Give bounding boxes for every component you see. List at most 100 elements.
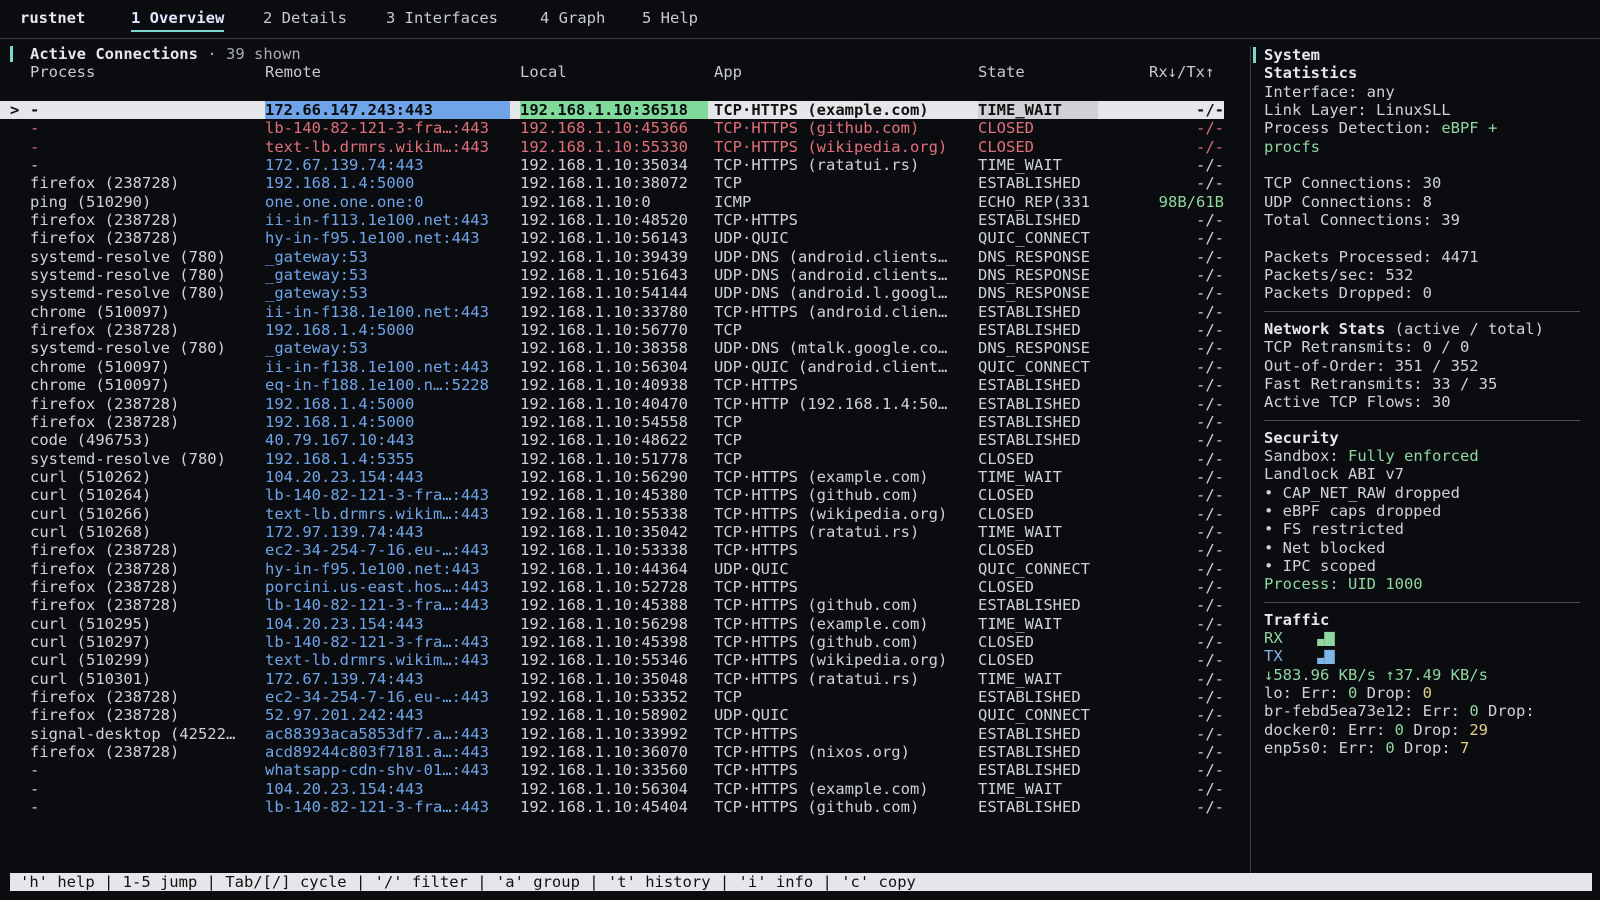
- table-row[interactable]: systemd-resolve (780) _gateway:53 192.168.…: [0, 284, 1224, 302]
- column-header-remote[interactable]: Remote: [265, 63, 321, 81]
- iface-drop: 29: [1469, 720, 1488, 739]
- cell-app: TCP·HTTPS: [714, 211, 798, 230]
- table-row[interactable]: - 172.67.139.74:443 192.168.1.10:35034 TCP·…: [0, 156, 1224, 174]
- table-row[interactable]: > - 172.66.147.243:443 192.168.1.10:36518 TC…: [0, 101, 1224, 120]
- table-row[interactable]: firefox (238728) acd89244c803f7181.a…:443…: [0, 743, 1224, 761]
- cell-process: firefox (238728): [30, 541, 180, 560]
- interface-stat-line: lo: Err: 0 Drop: 0: [1264, 684, 1584, 702]
- table-row[interactable]: chrome (510097) ii-in-f138.1e100.net:443 1…: [0, 358, 1224, 376]
- table-row[interactable]: firefox (238728) hy-in-f95.1e100.net:443 1…: [0, 560, 1224, 578]
- table-row[interactable]: chrome (510097) ii-in-f138.1e100.net:443 1…: [0, 303, 1224, 321]
- process-detection-line: Process Detection: eBPF +: [1264, 119, 1498, 138]
- rx-label: RX: [1264, 628, 1283, 647]
- table-row[interactable]: firefox (238728) porcini.us-east.hos…:443…: [0, 578, 1224, 596]
- table-row[interactable]: ping (510290) one.one.one.one:0 192.168.1.…: [0, 193, 1224, 211]
- column-header-local[interactable]: Local: [520, 63, 567, 81]
- cell-state: TIME_WAIT: [978, 779, 1062, 798]
- cell-remote: lb-140-82-121-3-fra…:443: [265, 119, 489, 138]
- cell-remote: 104.20.23.154:443: [265, 467, 424, 486]
- cell-local: 192.168.1.10:53338: [520, 541, 688, 560]
- table-row[interactable]: curl (510299) text-lb.drmrs.wikim…:443 192…: [0, 651, 1224, 669]
- cell-state: TIME_WAIT: [978, 669, 1062, 688]
- table-row[interactable]: curl (510266) text-lb.drmrs.wikim…:443 192…: [0, 505, 1224, 523]
- interface-line: Interface: any: [1264, 82, 1395, 101]
- cell-state: QUIC_CONNECT: [978, 559, 1090, 578]
- table-row[interactable]: - lb-140-82-121-3-fra…:443 192.168.1.10:45…: [0, 798, 1224, 816]
- table-row[interactable]: curl (510262) 104.20.23.154:443 192.168.1.…: [0, 468, 1224, 486]
- table-row[interactable]: systemd-resolve (780) _gateway:53 192.168.…: [0, 266, 1224, 284]
- cell-remote: 52.97.201.242:443: [265, 706, 424, 725]
- tx-line: TX: [1264, 647, 1584, 665]
- cell-app: TCP·HTTPS: [714, 577, 798, 596]
- table-row[interactable]: curl (510264) lb-140-82-121-3-fra…:443 192…: [0, 486, 1224, 504]
- tab-interfaces[interactable]: 3 Interfaces: [386, 9, 498, 27]
- cell-app: TCP·HTTPS (github.com): [714, 596, 920, 615]
- table-row[interactable]: - 104.20.23.154:443 192.168.1.10:56304 TCP·…: [0, 780, 1224, 798]
- table-row[interactable]: firefox (238728) lb-140-82-121-3-fra…:443…: [0, 596, 1224, 614]
- cell-state: ESTABLISHED: [978, 412, 1081, 431]
- cell-rxtx: -/-: [1196, 743, 1224, 762]
- table-row[interactable]: firefox (238728) ii-in-f113.1e100.net:443…: [0, 211, 1224, 229]
- cell-local: 192.168.1.10:44364: [520, 559, 688, 578]
- tab-help[interactable]: 5 Help: [642, 9, 698, 27]
- cell-local: 192.168.1.10:45388: [520, 596, 688, 615]
- table-row[interactable]: firefox (238728) ec2-34-254-7-16.eu-…:443…: [0, 541, 1224, 559]
- column-header-process[interactable]: Process: [30, 63, 95, 81]
- table-row[interactable]: curl (510295) 104.20.23.154:443 192.168.1.…: [0, 615, 1224, 633]
- table-row[interactable]: firefox (238728) 192.168.1.4:5000 192.168.…: [0, 413, 1224, 431]
- cell-state: ESTABLISHED: [978, 321, 1081, 340]
- table-row[interactable]: systemd-resolve (780) _gateway:53 192.168.…: [0, 248, 1224, 266]
- separator: [1264, 419, 1580, 421]
- cell-app: TCP·HTTPS (wikipedia.org): [714, 651, 948, 670]
- system-title-line: System: [1253, 46, 1584, 64]
- cell-app: TCP·HTTPS: [714, 376, 798, 395]
- tab-overview[interactable]: 1 Overview: [131, 9, 225, 32]
- cell-rxtx: -/-: [1196, 321, 1224, 340]
- cell-state: CLOSED: [978, 577, 1034, 596]
- table-row[interactable]: firefox (238728) 52.97.201.242:443 192.168…: [0, 706, 1224, 724]
- tab-details[interactable]: 2 Details: [263, 9, 347, 27]
- table-row[interactable]: code (496753) 40.79.167.10:443 192.168.1.1…: [0, 431, 1224, 449]
- table-row[interactable]: signal-desktop (42522… ac88393aca5853df7.…: [0, 725, 1224, 743]
- table-row[interactable]: systemd-resolve (780) 192.168.1.4:5355 192…: [0, 450, 1224, 468]
- cell-remote: ii-in-f138.1e100.net:443: [265, 357, 489, 376]
- column-header-rxtx[interactable]: Rx↓/Tx↑: [1149, 63, 1214, 81]
- panel-accent-bar: [10, 46, 13, 62]
- table-row[interactable]: curl (510297) lb-140-82-121-3-fra…:443 192…: [0, 633, 1224, 651]
- table-row[interactable]: - text-lb.drmrs.wikim…:443 192.168.1.10:55…: [0, 138, 1224, 156]
- cell-remote: 172.67.139.74:443: [265, 669, 424, 688]
- table-row[interactable]: chrome (510097) eq-in-f188.1e100.n…:5228 1…: [0, 376, 1224, 394]
- column-header-app[interactable]: App: [714, 63, 742, 81]
- table-row[interactable]: firefox (238728) 192.168.1.4:5000 192.168.…: [0, 174, 1224, 192]
- cell-state: DNS_RESPONSE: [978, 266, 1090, 285]
- landlock-line: Landlock ABI v7: [1264, 465, 1404, 484]
- tab-graph[interactable]: 4 Graph: [540, 9, 605, 27]
- cell-remote: text-lb.drmrs.wikim…:443: [265, 504, 489, 523]
- table-row[interactable]: firefox (238728) 192.168.1.4:5000 192.168.…: [0, 321, 1224, 339]
- cell-process: ping (510290): [30, 192, 152, 211]
- table-row[interactable]: - whatsapp-cdn-shv-01…:443 192.168.1.10:33…: [0, 761, 1224, 779]
- cell-state: QUIC_CONNECT: [978, 229, 1090, 248]
- iface-mid: Drop:: [1394, 739, 1460, 758]
- table-row[interactable]: firefox (238728) 192.168.1.4:5000 192.168.…: [0, 395, 1224, 413]
- cell-local: 192.168.1.10:33560: [520, 761, 688, 780]
- table-row[interactable]: firefox (238728) hy-in-f95.1e100.net:443 1…: [0, 229, 1224, 247]
- cell-state: ESTABLISHED: [978, 596, 1081, 615]
- cell-local: 192.168.1.10:56770: [520, 321, 688, 340]
- cell-local: 192.168.1.10:35042: [520, 522, 688, 541]
- table-row[interactable]: curl (510301) 172.67.139.74:443 192.168.1.…: [0, 670, 1224, 688]
- cell-process: -: [30, 119, 40, 138]
- cell-local: 192.168.1.10:38358: [520, 339, 688, 358]
- security-bullet: • FS restricted: [1264, 520, 1404, 539]
- table-row[interactable]: firefox (238728) ec2-34-254-7-16.eu-…:443…: [0, 688, 1224, 706]
- cell-app: TCP·HTTPS (github.com): [714, 486, 920, 505]
- cell-remote: one.one.one.one:0: [265, 192, 424, 211]
- table-row[interactable]: curl (510268) 172.97.139.74:443 192.168.1.…: [0, 523, 1224, 541]
- cell-state: CLOSED: [978, 541, 1034, 560]
- cell-local: 192.168.1.10:56304: [520, 779, 688, 798]
- cell-local: 192.168.1.10:0: [520, 192, 651, 211]
- table-row[interactable]: - lb-140-82-121-3-fra…:443 192.168.1.10:45…: [0, 119, 1224, 137]
- iface-mid: Drop:: [1357, 684, 1423, 702]
- table-row[interactable]: systemd-resolve (780) _gateway:53 192.168.…: [0, 339, 1224, 357]
- column-header-state[interactable]: State: [978, 63, 1025, 81]
